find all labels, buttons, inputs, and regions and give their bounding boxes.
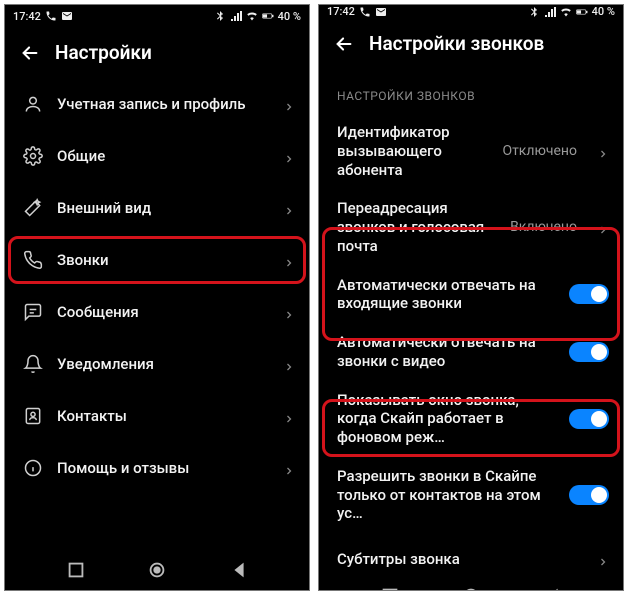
row-contacts[interactable]: Контакты — [5, 390, 309, 442]
nav-home[interactable] — [146, 559, 168, 581]
android-nav — [319, 585, 623, 591]
wifi-icon — [560, 6, 572, 18]
row-label: Показывать окно звонка, когда Скайп рабо… — [337, 391, 555, 447]
nav-back[interactable] — [542, 585, 564, 591]
chevron-right-icon — [597, 145, 609, 157]
chevron-right-icon — [283, 202, 295, 214]
row-label: Переадресация звонков и голосовая почта — [337, 199, 496, 255]
chevron-right-icon — [283, 358, 295, 370]
wifi-icon — [246, 10, 258, 22]
chevron-right-icon — [283, 254, 295, 266]
phone-status-icon — [45, 10, 57, 22]
row-auto-answer-video[interactable]: Автоматически отвечать на звонки с видео — [319, 323, 623, 381]
row-forwarding[interactable]: Переадресация звонков и голосовая почта … — [319, 189, 623, 265]
nav-recent[interactable] — [65, 559, 87, 581]
row-label: Автоматически отвечать на входящие звонк… — [337, 276, 555, 314]
header: Настройки — [5, 27, 309, 78]
row-label: Идентификатор вызывающего абонента — [337, 123, 488, 179]
phone-icon — [23, 250, 43, 270]
info-icon — [23, 458, 43, 478]
gear-icon — [23, 146, 43, 166]
message-icon — [23, 302, 43, 322]
row-subtitles[interactable]: Субтитры звонка — [319, 533, 623, 585]
battery-icon — [576, 6, 588, 18]
row-label: Звонки — [57, 251, 269, 270]
row-label: Внешний вид — [57, 199, 269, 218]
battery-percent: 40 % — [592, 5, 615, 18]
row-label: Субтитры звонка — [337, 550, 583, 569]
mail-status-icon — [375, 6, 387, 18]
status-bar: 17:42 40 % — [319, 5, 623, 18]
phone-left: 17:42 40 % На — [4, 4, 310, 591]
row-label: Уведомления — [57, 355, 269, 374]
toggle-switch[interactable] — [569, 485, 609, 505]
contacts-icon — [23, 406, 43, 426]
row-messages[interactable]: Сообщения — [5, 286, 309, 338]
row-label: Сообщения — [57, 303, 269, 322]
back-icon[interactable] — [19, 42, 41, 64]
bell-icon — [23, 354, 43, 374]
row-value: Включено — [510, 219, 577, 235]
nav-back[interactable] — [228, 559, 250, 581]
call-settings-list: Идентификатор вызывающего абонента Отклю… — [319, 113, 623, 585]
mail-status-icon — [61, 10, 73, 22]
chevron-right-icon — [283, 98, 295, 110]
chevron-right-icon — [597, 553, 609, 565]
android-nav — [5, 550, 309, 590]
row-notifications[interactable]: Уведомления — [5, 338, 309, 390]
row-label: Разрешить звонки в Скайпе только от конт… — [337, 467, 555, 523]
row-caller-id[interactable]: Идентификатор вызывающего абонента Отклю… — [319, 113, 623, 189]
chevron-right-icon — [597, 221, 609, 233]
section-header: НАСТРОЙКИ ЗВОНКОВ — [319, 69, 623, 113]
back-icon[interactable] — [333, 33, 355, 55]
page-title: Настройки — [55, 41, 152, 64]
phone-right: 17:42 40 % Настройки звонков НАСТРОЙКИ З… — [318, 4, 624, 591]
row-label: Помощь и отзывы — [57, 459, 269, 478]
nav-home[interactable] — [460, 585, 482, 591]
nav-recent[interactable] — [379, 585, 401, 591]
row-allow-contacts[interactable]: Разрешить звонки в Скайпе только от конт… — [319, 457, 623, 533]
row-label: Контакты — [57, 407, 269, 426]
status-time: 17:42 — [327, 5, 355, 18]
signal-icon — [544, 6, 556, 18]
toggle-switch[interactable] — [569, 284, 609, 304]
bluetooth-icon — [528, 6, 540, 18]
row-auto-answer[interactable]: Автоматически отвечать на входящие звонк… — [319, 266, 623, 324]
battery-icon — [262, 10, 274, 22]
row-help[interactable]: Помощь и отзывы — [5, 442, 309, 494]
battery-percent: 40 % — [278, 10, 301, 23]
row-show-window[interactable]: Показывать окно звонка, когда Скайп рабо… — [319, 381, 623, 457]
row-value: Отключено — [502, 143, 577, 159]
status-time: 17:42 — [13, 10, 41, 23]
settings-list: Учетная запись и профиль Общие Внешний в… — [5, 78, 309, 494]
bluetooth-icon — [214, 10, 226, 22]
toggle-switch[interactable] — [569, 409, 609, 429]
row-label: Учетная запись и профиль — [57, 95, 269, 114]
row-appearance[interactable]: Внешний вид — [5, 182, 309, 234]
chevron-right-icon — [283, 410, 295, 422]
row-label: Автоматически отвечать на звонки с видео — [337, 333, 555, 371]
chevron-right-icon — [283, 306, 295, 318]
signal-icon — [230, 10, 242, 22]
chevron-right-icon — [283, 150, 295, 162]
row-general[interactable]: Общие — [5, 130, 309, 182]
header: Настройки звонков — [319, 18, 623, 69]
wand-icon — [23, 198, 43, 218]
row-calls[interactable]: Звонки — [5, 234, 309, 286]
page-title: Настройки звонков — [369, 32, 544, 55]
status-bar: 17:42 40 % — [5, 5, 309, 27]
person-icon — [23, 94, 43, 114]
row-account[interactable]: Учетная запись и профиль — [5, 78, 309, 130]
phone-status-icon — [359, 6, 371, 18]
row-label: Общие — [57, 147, 269, 166]
chevron-right-icon — [283, 462, 295, 474]
toggle-switch[interactable] — [569, 342, 609, 362]
